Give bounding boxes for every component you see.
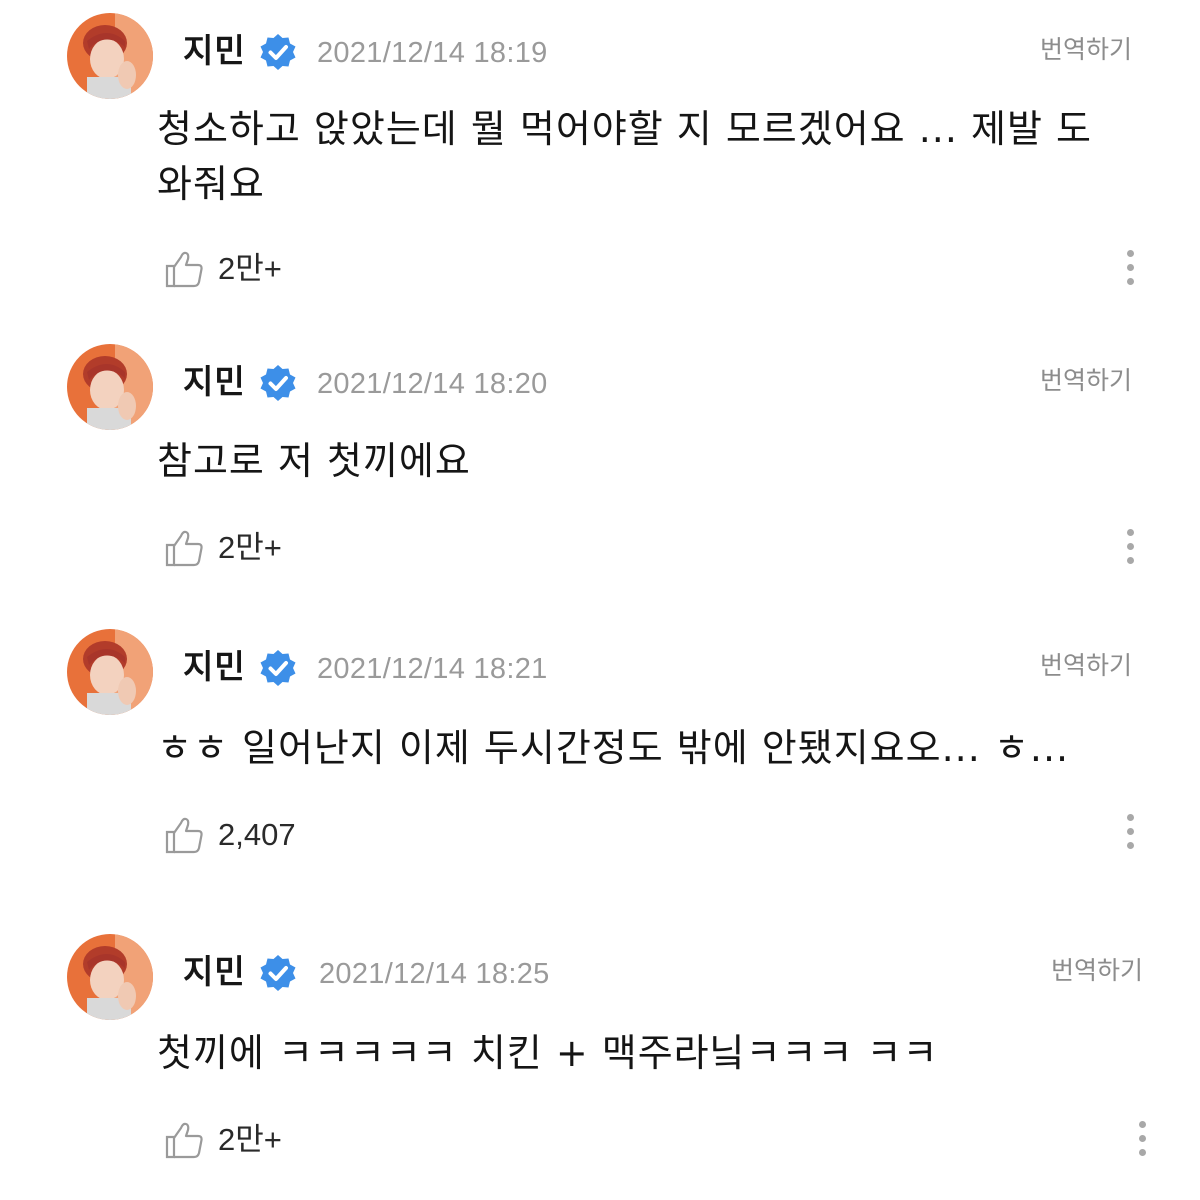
- thumbs-up-icon: [165, 251, 203, 288]
- like-count: 2만+: [218, 530, 282, 565]
- more-vertical-icon: [1138, 1121, 1146, 1128]
- verified-badge-icon: [260, 650, 296, 686]
- avatar[interactable]: [67, 344, 153, 430]
- verified-badge-icon: [260, 365, 296, 401]
- thumbs-up-icon: [165, 1122, 203, 1159]
- more-options-button[interactable]: [1118, 529, 1142, 573]
- more-vertical-icon: [1126, 529, 1134, 536]
- verified-badge-icon: [260, 955, 296, 991]
- like-count: 2만+: [218, 1122, 282, 1157]
- more-vertical-icon: [1126, 814, 1134, 821]
- post-message: 참고로 저 첫끼에요: [157, 439, 471, 483]
- author-name[interactable]: 지민: [183, 952, 246, 992]
- like-button[interactable]: 2만+: [164, 1119, 282, 1161]
- more-options-button[interactable]: [1118, 250, 1142, 294]
- thumbs-up-icon: [165, 817, 203, 854]
- more-options-button[interactable]: [1130, 1121, 1154, 1165]
- translate-button[interactable]: 번역하기: [1040, 33, 1132, 67]
- author-name[interactable]: 지민: [183, 647, 246, 687]
- like-count: 2,407: [218, 817, 296, 852]
- author-name[interactable]: 지민: [183, 362, 246, 402]
- post-message: 첫끼에 ㅋㅋㅋㅋㅋ 치킨 + 맥주라닠ㅋㅋㅋ ㅋㅋ: [157, 1031, 939, 1075]
- avatar[interactable]: [67, 13, 153, 99]
- timestamp: 2021/12/14 18:21: [317, 653, 548, 685]
- like-count: 2만+: [218, 251, 282, 286]
- verified-badge-icon: [260, 34, 296, 70]
- thumbs-up-icon: [165, 530, 203, 567]
- timestamp: 2021/12/14 18:25: [319, 958, 550, 990]
- post-message: ㅎㅎ 일어난지 이제 두시간정도 밖에 안됐지요오... ㅎ...: [157, 726, 1070, 770]
- more-vertical-icon: [1126, 250, 1134, 257]
- post-message: 청소하고 앉았는데 뭘 먹어야할 지 모르겠어요 ... 제발 도와줘요: [157, 107, 1092, 206]
- more-options-button[interactable]: [1118, 814, 1142, 858]
- timestamp: 2021/12/14 18:19: [317, 37, 548, 69]
- author-name[interactable]: 지민: [183, 31, 246, 71]
- like-button[interactable]: 2만+: [164, 527, 282, 569]
- avatar[interactable]: [67, 629, 153, 715]
- timestamp: 2021/12/14 18:20: [317, 368, 548, 400]
- like-button[interactable]: 2만+: [164, 248, 282, 290]
- translate-button[interactable]: 번역하기: [1040, 364, 1132, 398]
- translate-button[interactable]: 번역하기: [1040, 649, 1132, 683]
- avatar[interactable]: [67, 934, 153, 1020]
- like-button[interactable]: 2,407: [164, 814, 296, 856]
- translate-button[interactable]: 번역하기: [1051, 954, 1143, 988]
